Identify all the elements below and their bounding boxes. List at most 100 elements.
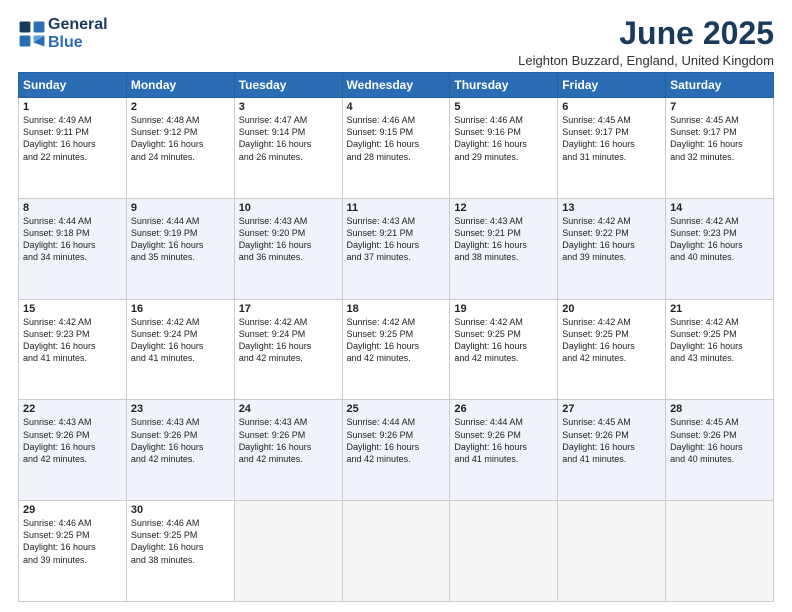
- day-number: 20: [562, 303, 661, 315]
- day-info: Sunrise: 4:42 AM Sunset: 9:25 PM Dayligh…: [670, 316, 769, 365]
- logo-icon: [18, 20, 46, 48]
- day-number: 23: [131, 403, 230, 415]
- day-number: 27: [562, 403, 661, 415]
- day-info: Sunrise: 4:42 AM Sunset: 9:24 PM Dayligh…: [239, 316, 338, 365]
- day-number: 7: [670, 101, 769, 113]
- week-row-3: 15Sunrise: 4:42 AM Sunset: 9:23 PM Dayli…: [19, 299, 774, 400]
- calendar-cell: 26Sunrise: 4:44 AM Sunset: 9:26 PM Dayli…: [450, 400, 558, 501]
- calendar-cell: 23Sunrise: 4:43 AM Sunset: 9:26 PM Dayli…: [126, 400, 234, 501]
- calendar-cell: 14Sunrise: 4:42 AM Sunset: 9:23 PM Dayli…: [666, 198, 774, 299]
- calendar-table: SundayMondayTuesdayWednesdayThursdayFrid…: [18, 72, 774, 602]
- calendar-cell: 7Sunrise: 4:45 AM Sunset: 9:17 PM Daylig…: [666, 98, 774, 199]
- calendar-cell: [450, 501, 558, 602]
- header: General Blue June 2025 Leighton Buzzard,…: [18, 16, 774, 68]
- day-info: Sunrise: 4:43 AM Sunset: 9:21 PM Dayligh…: [454, 215, 553, 264]
- page: General Blue June 2025 Leighton Buzzard,…: [0, 0, 792, 612]
- day-number: 15: [23, 303, 122, 315]
- calendar-cell: 12Sunrise: 4:43 AM Sunset: 9:21 PM Dayli…: [450, 198, 558, 299]
- calendar-cell: 5Sunrise: 4:46 AM Sunset: 9:16 PM Daylig…: [450, 98, 558, 199]
- day-info: Sunrise: 4:45 AM Sunset: 9:17 PM Dayligh…: [670, 114, 769, 163]
- day-number: 14: [670, 202, 769, 214]
- location: Leighton Buzzard, England, United Kingdo…: [518, 53, 774, 68]
- day-number: 30: [131, 504, 230, 516]
- calendar-cell: 24Sunrise: 4:43 AM Sunset: 9:26 PM Dayli…: [234, 400, 342, 501]
- day-number: 5: [454, 101, 553, 113]
- day-number: 1: [23, 101, 122, 113]
- day-info: Sunrise: 4:42 AM Sunset: 9:25 PM Dayligh…: [347, 316, 446, 365]
- week-row-5: 29Sunrise: 4:46 AM Sunset: 9:25 PM Dayli…: [19, 501, 774, 602]
- calendar-cell: [234, 501, 342, 602]
- calendar-cell: 17Sunrise: 4:42 AM Sunset: 9:24 PM Dayli…: [234, 299, 342, 400]
- day-number: 25: [347, 403, 446, 415]
- logo-text: General Blue: [48, 16, 108, 51]
- calendar-cell: 11Sunrise: 4:43 AM Sunset: 9:21 PM Dayli…: [342, 198, 450, 299]
- weekday-header-sunday: Sunday: [19, 73, 127, 98]
- day-info: Sunrise: 4:43 AM Sunset: 9:26 PM Dayligh…: [239, 416, 338, 465]
- calendar-cell: 13Sunrise: 4:42 AM Sunset: 9:22 PM Dayli…: [558, 198, 666, 299]
- calendar-cell: 27Sunrise: 4:45 AM Sunset: 9:26 PM Dayli…: [558, 400, 666, 501]
- day-info: Sunrise: 4:45 AM Sunset: 9:26 PM Dayligh…: [670, 416, 769, 465]
- calendar-cell: 25Sunrise: 4:44 AM Sunset: 9:26 PM Dayli…: [342, 400, 450, 501]
- day-number: 26: [454, 403, 553, 415]
- day-number: 4: [347, 101, 446, 113]
- day-info: Sunrise: 4:43 AM Sunset: 9:20 PM Dayligh…: [239, 215, 338, 264]
- weekday-header-monday: Monday: [126, 73, 234, 98]
- day-info: Sunrise: 4:43 AM Sunset: 9:21 PM Dayligh…: [347, 215, 446, 264]
- week-row-1: 1Sunrise: 4:49 AM Sunset: 9:11 PM Daylig…: [19, 98, 774, 199]
- calendar-cell: 16Sunrise: 4:42 AM Sunset: 9:24 PM Dayli…: [126, 299, 234, 400]
- day-number: 28: [670, 403, 769, 415]
- day-info: Sunrise: 4:46 AM Sunset: 9:16 PM Dayligh…: [454, 114, 553, 163]
- logo: General Blue: [18, 16, 108, 51]
- day-number: 22: [23, 403, 122, 415]
- week-row-2: 8Sunrise: 4:44 AM Sunset: 9:18 PM Daylig…: [19, 198, 774, 299]
- calendar-cell: 10Sunrise: 4:43 AM Sunset: 9:20 PM Dayli…: [234, 198, 342, 299]
- day-number: 3: [239, 101, 338, 113]
- day-info: Sunrise: 4:44 AM Sunset: 9:26 PM Dayligh…: [454, 416, 553, 465]
- day-info: Sunrise: 4:46 AM Sunset: 9:25 PM Dayligh…: [131, 517, 230, 566]
- weekday-header-tuesday: Tuesday: [234, 73, 342, 98]
- day-number: 17: [239, 303, 338, 315]
- day-info: Sunrise: 4:45 AM Sunset: 9:26 PM Dayligh…: [562, 416, 661, 465]
- day-number: 24: [239, 403, 338, 415]
- day-number: 6: [562, 101, 661, 113]
- day-number: 10: [239, 202, 338, 214]
- calendar-cell: 3Sunrise: 4:47 AM Sunset: 9:14 PM Daylig…: [234, 98, 342, 199]
- calendar-cell: [558, 501, 666, 602]
- day-info: Sunrise: 4:42 AM Sunset: 9:25 PM Dayligh…: [562, 316, 661, 365]
- calendar-cell: 2Sunrise: 4:48 AM Sunset: 9:12 PM Daylig…: [126, 98, 234, 199]
- calendar-cell: 21Sunrise: 4:42 AM Sunset: 9:25 PM Dayli…: [666, 299, 774, 400]
- weekday-header-wednesday: Wednesday: [342, 73, 450, 98]
- day-info: Sunrise: 4:42 AM Sunset: 9:24 PM Dayligh…: [131, 316, 230, 365]
- weekday-header-saturday: Saturday: [666, 73, 774, 98]
- calendar-cell: 19Sunrise: 4:42 AM Sunset: 9:25 PM Dayli…: [450, 299, 558, 400]
- week-row-4: 22 Sunrise: 4:43 AM Sunset: 9:26 PM Dayli…: [19, 400, 774, 501]
- day-info: Sunrise: 4:46 AM Sunset: 9:15 PM Dayligh…: [347, 114, 446, 163]
- day-number: 19: [454, 303, 553, 315]
- calendar-cell: 22Sunrise: 4:43 AM Sunset: 9:26 PM Dayli…: [19, 400, 127, 501]
- calendar-cell: 15Sunrise: 4:42 AM Sunset: 9:23 PM Dayli…: [19, 299, 127, 400]
- calendar-cell: 4Sunrise: 4:46 AM Sunset: 9:15 PM Daylig…: [342, 98, 450, 199]
- calendar-cell: 30Sunrise: 4:46 AM Sunset: 9:25 PM Dayli…: [126, 501, 234, 602]
- day-number: 9: [131, 202, 230, 214]
- day-info: Sunrise: 4:44 AM Sunset: 9:18 PM Dayligh…: [23, 215, 122, 264]
- calendar-cell: [342, 501, 450, 602]
- calendar-cell: 28Sunrise: 4:45 AM Sunset: 9:26 PM Dayli…: [666, 400, 774, 501]
- day-number: 16: [131, 303, 230, 315]
- day-info: Sunrise: 4:49 AM Sunset: 9:11 PM Dayligh…: [23, 114, 122, 163]
- weekday-header-friday: Friday: [558, 73, 666, 98]
- day-info: Sunrise: 4:42 AM Sunset: 9:25 PM Dayligh…: [454, 316, 553, 365]
- weekday-header-thursday: Thursday: [450, 73, 558, 98]
- month-title: June 2025: [518, 16, 774, 51]
- calendar-cell: 8Sunrise: 4:44 AM Sunset: 9:18 PM Daylig…: [19, 198, 127, 299]
- day-info: Sunrise: 4:42 AM Sunset: 9:23 PM Dayligh…: [670, 215, 769, 264]
- title-block: June 2025 Leighton Buzzard, England, Uni…: [518, 16, 774, 68]
- day-info: Sunrise: 4:44 AM Sunset: 9:26 PM Dayligh…: [347, 416, 446, 465]
- day-info: Sunrise: 4:44 AM Sunset: 9:19 PM Dayligh…: [131, 215, 230, 264]
- day-number: 8: [23, 202, 122, 214]
- calendar-cell: 29Sunrise: 4:46 AM Sunset: 9:25 PM Dayli…: [19, 501, 127, 602]
- day-number: 18: [347, 303, 446, 315]
- day-info: Sunrise: 4:43 AM Sunset: 9:26 PM Dayligh…: [131, 416, 230, 465]
- calendar-cell: 9Sunrise: 4:44 AM Sunset: 9:19 PM Daylig…: [126, 198, 234, 299]
- day-number: 21: [670, 303, 769, 315]
- day-number: 12: [454, 202, 553, 214]
